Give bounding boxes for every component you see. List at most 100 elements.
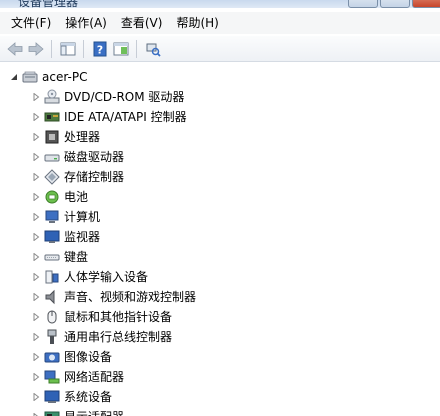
camera-icon [44,349,60,365]
processor-icon [44,129,60,145]
tree-category-node[interactable]: 计算机 [30,207,100,227]
ide-controller-icon [44,109,60,125]
expand-triangle-icon[interactable] [30,311,42,323]
help-button[interactable]: ? [89,39,110,59]
toolbar-separator [51,39,52,58]
help-icon: ? [93,41,106,56]
expand-triangle-icon[interactable] [30,91,42,103]
title-bar: 设备管理器 [0,0,440,8]
tree-category-label: DVD/CD-ROM 驱动器 [64,90,185,104]
forward-arrow-icon [28,41,44,56]
tree-category-label: 通用串行总线控制器 [64,330,173,344]
tree-category-label: 处理器 [64,130,101,144]
tree-category-label: 计算机 [64,210,101,224]
menu-file[interactable]: 文件(F) [4,13,58,33]
back-button[interactable] [4,39,25,59]
tree-category-label: 显示适配器 [64,407,124,416]
expand-triangle-icon[interactable] [30,151,42,163]
tree-category-node[interactable]: 人体学输入设备 [30,267,148,287]
tree-category-label: 人体学输入设备 [64,270,149,284]
toolbar-separator [83,39,84,58]
expand-triangle-icon[interactable] [30,211,42,223]
back-arrow-icon [6,41,22,56]
usb-icon [44,329,60,345]
properties-icon [113,42,128,55]
optical-drive-icon [44,89,60,105]
storage-controller-icon [44,169,60,185]
tree-category-node[interactable]: 鼠标和其他指针设备 [30,307,172,327]
expand-triangle-icon[interactable] [30,171,42,183]
speaker-icon [44,289,60,305]
tree-category-node[interactable]: 存储控制器 [30,167,124,187]
tree-category-label: 电池 [64,190,89,204]
expand-triangle-icon[interactable] [30,191,42,203]
expand-triangle-icon[interactable] [30,371,42,383]
menu-action[interactable]: 操作(A) [58,13,114,33]
computer-icon [44,209,60,225]
disk-drive-icon [44,149,60,165]
toolbar: ? [0,36,440,62]
menu-bar: 文件(F) 操作(A) 查看(V) 帮助(H) [0,12,440,34]
tree-root-node[interactable]: acer-PC [8,67,87,87]
menu-help[interactable]: 帮助(H) [169,13,225,33]
expand-triangle-icon[interactable] [30,331,42,343]
tree-category-node[interactable]: 通用串行总线控制器 [30,327,172,347]
expand-triangle-icon[interactable] [30,251,42,263]
tree-category-label: 监视器 [64,230,101,244]
expand-triangle-icon[interactable] [30,411,42,416]
tree-category-label: 键盘 [64,250,89,264]
expand-triangle-icon[interactable] [30,231,42,243]
tree-category-label: 图像设备 [64,350,113,364]
close-button[interactable] [412,0,440,8]
scan-hardware-button[interactable] [142,39,163,59]
tree-category-label: 存储控制器 [64,170,125,184]
collapse-triangle-icon[interactable] [8,71,20,83]
tree-category-node[interactable]: IDE ATA/ATAPI 控制器 [30,107,187,127]
computer-icon [22,69,38,85]
menu-view[interactable]: 查看(V) [114,13,170,33]
tree-category-node[interactable]: 电池 [30,187,88,207]
device-tree[interactable]: acer-PC DVD/CD-ROM 驱动器 IDE ATA/ATAPI 控制器处… [0,64,440,416]
expand-triangle-icon[interactable] [30,271,42,283]
expand-triangle-icon[interactable] [30,111,42,123]
expand-triangle-icon[interactable] [30,391,42,403]
tree-category-label: IDE ATA/ATAPI 控制器 [64,110,187,124]
minimize-button[interactable] [348,0,378,8]
expand-triangle-icon[interactable] [30,351,42,363]
mouse-icon [44,309,60,325]
computer-name: acer-PC [42,70,88,84]
tree-category-node[interactable]: 磁盘驱动器 [30,147,124,167]
network-adapter-icon [44,369,60,385]
system-devices-icon [44,389,60,405]
tree-category-label: 声音、视频和游戏控制器 [64,290,197,304]
show-hide-tree-button[interactable] [57,39,78,59]
svg-text:?: ? [96,43,102,56]
tree-category-node[interactable]: 声音、视频和游戏控制器 [30,287,196,307]
tree-category-label: 磁盘驱动器 [64,150,125,164]
display-adapter-icon [44,409,60,416]
tree-category-label: 网络适配器 [64,370,125,384]
monitor-icon [44,229,60,245]
tree-category-label: 系统设备 [64,390,113,404]
forward-button[interactable] [25,39,46,59]
tree-category-node[interactable]: 网络适配器 [30,367,124,387]
hid-icon [44,269,60,285]
expand-triangle-icon[interactable] [30,291,42,303]
tree-category-label: 鼠标和其他指针设备 [64,310,173,324]
tree-category-node[interactable]: DVD/CD-ROM 驱动器 [30,87,184,107]
tree-category-node[interactable]: 显示适配器 [30,407,124,416]
properties-button[interactable] [110,39,131,59]
tree-category-node[interactable]: 处理器 [30,127,100,147]
console-tree-icon [60,42,75,55]
toolbar-separator [136,39,137,58]
maximize-button[interactable] [380,0,410,8]
keyboard-icon [44,249,60,265]
tree-category-node[interactable]: 监视器 [30,227,100,247]
window-title: 设备管理器 [18,0,79,8]
scan-hardware-icon [146,43,161,57]
battery-icon [44,189,60,205]
tree-category-node[interactable]: 系统设备 [30,387,112,407]
expand-triangle-icon[interactable] [30,131,42,143]
tree-category-node[interactable]: 图像设备 [30,347,112,367]
tree-category-node[interactable]: 键盘 [30,247,88,267]
